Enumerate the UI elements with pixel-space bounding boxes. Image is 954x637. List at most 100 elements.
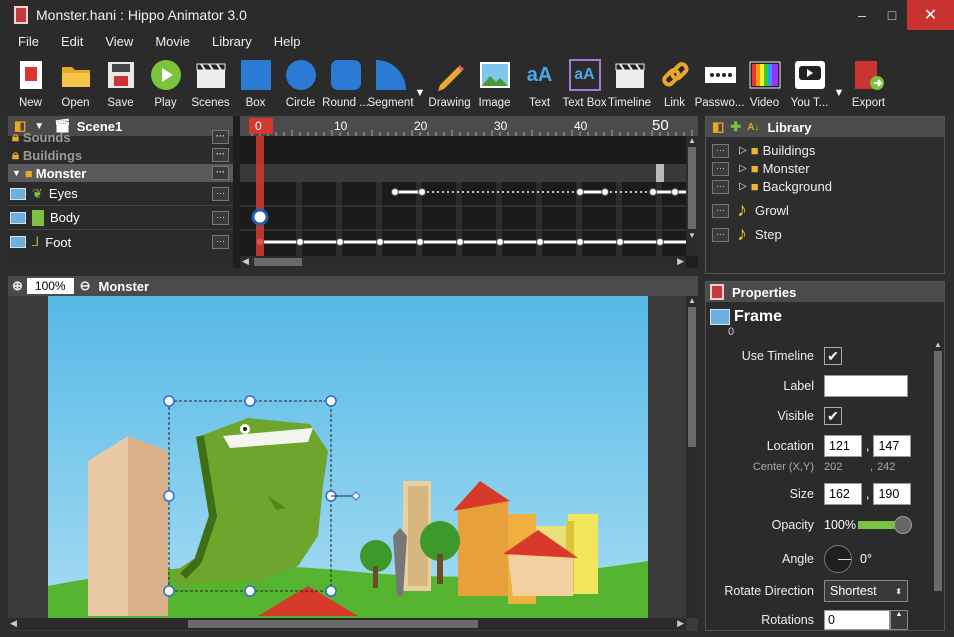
ruler-label-10: 10: [334, 119, 348, 133]
maximize-button[interactable]: □: [877, 0, 907, 30]
library-item-step[interactable]: ··· ♪ Step: [712, 223, 782, 246]
layer-row-foot[interactable]: ⅃ Foot ···: [8, 230, 233, 254]
layer-options-button[interactable]: ···: [212, 210, 229, 225]
location-y-input[interactable]: 147: [873, 435, 912, 457]
angle-dial[interactable]: [824, 545, 852, 573]
item-options-button[interactable]: ···: [712, 203, 729, 218]
menu-file[interactable]: File: [10, 34, 47, 49]
layer-options-button[interactable]: ···: [212, 186, 229, 201]
properties-vscrollbar[interactable]: ▲: [932, 340, 944, 630]
zoom-in-icon[interactable]: ⊕: [12, 278, 23, 294]
layer-options-button[interactable]: ···: [212, 166, 229, 180]
prop-opacity: Opacity 100%: [706, 513, 931, 537]
video-button[interactable]: Video: [742, 52, 787, 114]
menu-library[interactable]: Library: [204, 34, 260, 49]
new-icon: [15, 59, 47, 91]
use-timeline-checkbox[interactable]: ✔: [824, 347, 842, 365]
item-options-button[interactable]: ···: [712, 227, 729, 242]
layer-row-body[interactable]: Body ···: [8, 206, 233, 230]
library-item-buildings[interactable]: ··· ▷ ■ Buildings: [712, 143, 815, 158]
password-button[interactable]: Passwo...: [695, 52, 744, 114]
menu-help[interactable]: Help: [266, 34, 309, 49]
library-item-growl[interactable]: ··· ♪ Growl: [712, 199, 789, 222]
layer-options-button[interactable]: ···: [212, 148, 229, 162]
opacity-slider[interactable]: [857, 516, 912, 534]
layer-row-eyes[interactable]: ❦ Eyes ···: [8, 182, 233, 206]
round-rect-button[interactable]: Round ...: [322, 52, 369, 114]
library-item-monster[interactable]: ··· ▷ ■ Monster: [712, 161, 810, 176]
round-rect-icon: [330, 59, 362, 91]
add-item-icon[interactable]: ✚: [730, 119, 741, 135]
sort-icon[interactable]: A↓: [747, 122, 759, 133]
zoom-field[interactable]: 100%: [26, 278, 74, 294]
item-options-button[interactable]: ···: [712, 179, 729, 194]
timeline-ruler[interactable]: 0 10 20 30 40 50: [240, 116, 698, 136]
media-dropdown[interactable]: ▼: [832, 52, 846, 114]
object-header: Frame: [710, 308, 782, 326]
textbox-button[interactable]: aA Text Box: [562, 52, 607, 114]
link-icon: [659, 59, 691, 91]
menu-view[interactable]: View: [97, 34, 141, 49]
ruler-label-0: 0: [255, 119, 262, 133]
size-h-input[interactable]: 190: [873, 483, 912, 505]
keyframe-grid[interactable]: [240, 136, 686, 256]
layer-options-button[interactable]: ···: [212, 235, 229, 249]
visible-checkbox[interactable]: ✔: [824, 407, 842, 425]
ruler-label-30: 30: [494, 119, 508, 133]
size-w-input[interactable]: 162: [824, 483, 862, 505]
shapes-dropdown[interactable]: ▼: [413, 52, 427, 114]
layer-list: 🔒︎ Sounds ··· 🔒︎ Buildings ··· ▼ ■ Monst…: [8, 129, 233, 268]
item-options-button[interactable]: ···: [712, 161, 729, 176]
expand-icon[interactable]: ▷: [739, 145, 747, 156]
prop-center: Center (X,Y) 202 , 242: [752, 461, 896, 473]
expand-icon[interactable]: ▷: [739, 181, 747, 192]
youtube-button[interactable]: You T...: [787, 52, 832, 114]
zoom-out-icon[interactable]: ⊖: [80, 278, 91, 294]
segment-button[interactable]: Segment: [367, 52, 414, 114]
properties-panel: Properties Frame 0 Use Timeline ✔ Label …: [705, 281, 945, 631]
link-button[interactable]: Link: [652, 52, 697, 114]
angle-value: 0°: [860, 552, 872, 566]
location-x-input[interactable]: 121: [824, 435, 862, 457]
opacity-slider-thumb[interactable]: [893, 516, 912, 534]
new-button[interactable]: New: [8, 52, 53, 114]
timeline-button[interactable]: Timeline: [607, 52, 652, 114]
stage-vscrollbar[interactable]: ▲: [686, 296, 698, 618]
expand-icon[interactable]: ▷: [739, 163, 747, 174]
save-button[interactable]: Save: [98, 52, 143, 114]
play-icon: [150, 59, 182, 91]
stage-canvas[interactable]: [48, 296, 648, 618]
new-folder-icon[interactable]: ◧: [712, 119, 724, 135]
layer-image-icon: [10, 211, 26, 224]
layer-row-buildings[interactable]: 🔒︎ Buildings ···: [8, 146, 233, 164]
prop-location: Location 121 , 147: [706, 434, 931, 458]
drawing-button[interactable]: Drawing: [427, 52, 472, 114]
menu-movie[interactable]: Movie: [147, 34, 198, 49]
text-button[interactable]: aA Text: [517, 52, 562, 114]
timeline-hscrollbar[interactable]: ◀ ▶: [240, 256, 686, 268]
rotations-stepper[interactable]: ▲: [890, 610, 908, 630]
ruler-label-40: 40: [574, 119, 588, 133]
timeline-vscrollbar[interactable]: ▲ ▼: [686, 136, 698, 256]
export-button[interactable]: Export: [846, 52, 891, 114]
center-x-value: 202: [824, 461, 843, 473]
library-item-background[interactable]: ··· ▷ ■ Background: [712, 179, 832, 194]
item-options-button[interactable]: ···: [712, 143, 729, 158]
layer-row-sounds[interactable]: 🔒︎ Sounds ···: [8, 129, 233, 145]
open-button[interactable]: Open: [53, 52, 98, 114]
rotations-input[interactable]: 0: [824, 610, 890, 630]
circle-button[interactable]: Circle: [278, 52, 323, 114]
layer-options-button[interactable]: ···: [212, 130, 229, 144]
scenes-button[interactable]: Scenes: [188, 52, 233, 114]
collapse-icon[interactable]: ▼: [12, 168, 21, 178]
minimize-button[interactable]: –: [847, 0, 877, 30]
stage-hscrollbar[interactable]: ◀ ▶: [8, 618, 686, 630]
box-button[interactable]: Box: [233, 52, 278, 114]
play-button[interactable]: Play: [143, 52, 188, 114]
label-input[interactable]: [824, 375, 908, 397]
rotate-direction-select[interactable]: Shortest ⬍: [824, 580, 908, 602]
layer-row-monster[interactable]: ▼ ■ Monster ···: [8, 164, 233, 182]
image-button[interactable]: Image: [472, 52, 517, 114]
close-button[interactable]: ✕: [907, 0, 954, 30]
menu-edit[interactable]: Edit: [53, 34, 91, 49]
